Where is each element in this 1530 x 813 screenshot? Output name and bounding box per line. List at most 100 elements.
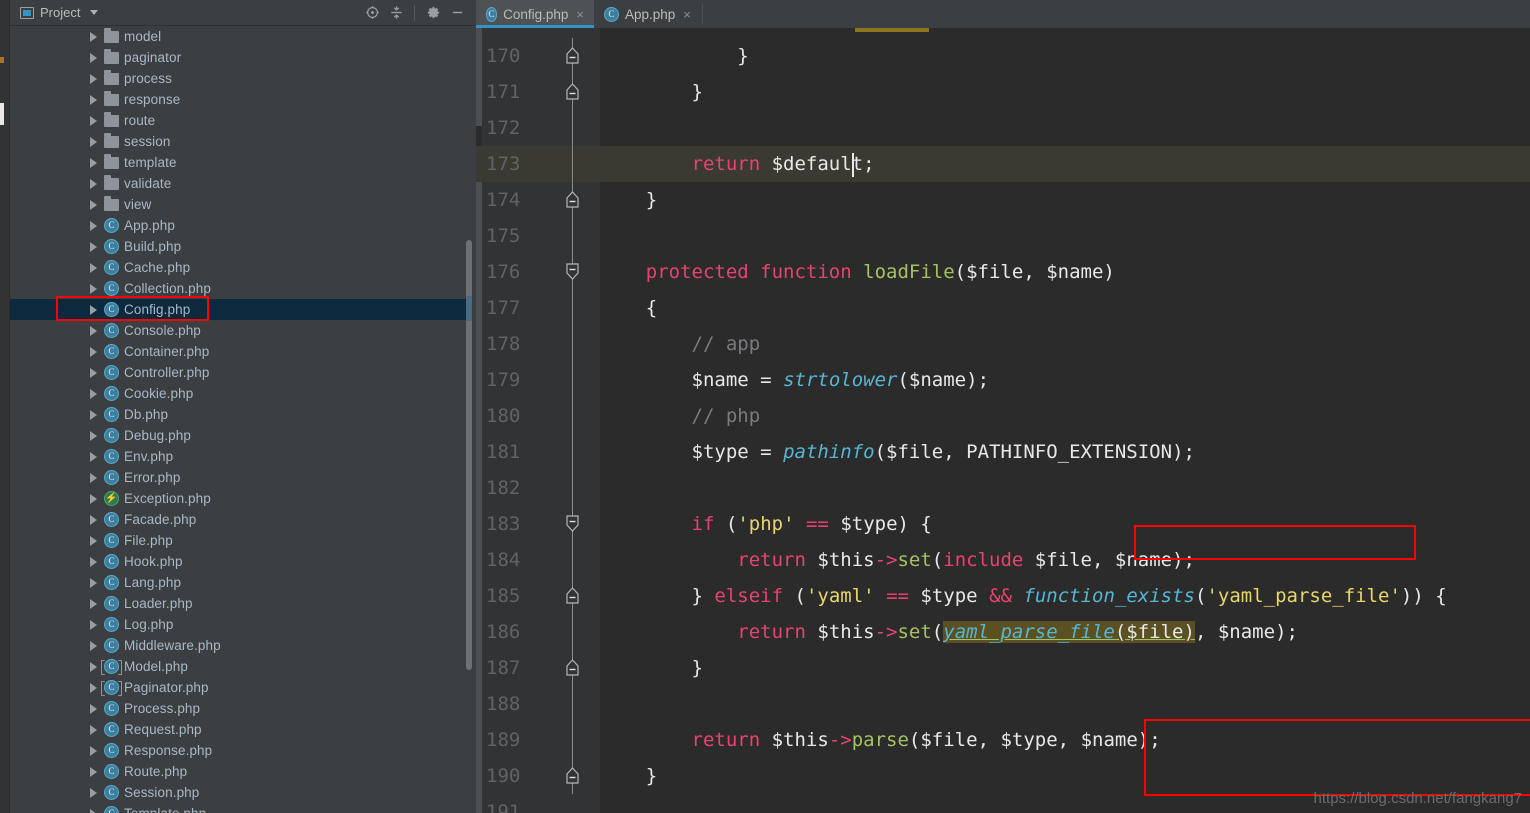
tree-item-response[interactable]: response	[10, 89, 470, 110]
tree-item-process-php[interactable]: C Process.php	[10, 698, 470, 719]
tree-item-facade-php[interactable]: C Facade.php	[10, 509, 470, 530]
expand-arrow-icon[interactable]	[90, 556, 97, 567]
code-line[interactable]: 188	[476, 686, 1530, 722]
tree-item-collection-php[interactable]: C Collection.php	[10, 278, 470, 299]
code-line[interactable]: 185 } elseif ('yaml' == $type && functio…	[476, 578, 1530, 614]
tree-item-session-php[interactable]: C Session.php	[10, 782, 470, 803]
code-line[interactable]: 187 }	[476, 650, 1530, 686]
tree-item-config-php[interactable]: C Config.php	[10, 299, 470, 320]
code-line[interactable]: 182	[476, 470, 1530, 506]
locate-icon[interactable]	[361, 2, 383, 24]
expand-arrow-icon[interactable]	[90, 514, 97, 525]
tree-item-request-php[interactable]: C Request.php	[10, 719, 470, 740]
tree-item-controller-php[interactable]: C Controller.php	[10, 362, 470, 383]
code-line[interactable]: 184 return $this->set(include $file, $na…	[476, 542, 1530, 578]
tree-item-validate[interactable]: validate	[10, 173, 470, 194]
expand-arrow-icon[interactable]	[90, 115, 97, 126]
tree-item-exception-php[interactable]: ⚡ Exception.php	[10, 488, 470, 509]
fold-start-icon[interactable]	[564, 515, 581, 532]
expand-arrow-icon[interactable]	[90, 451, 97, 462]
expand-arrow-icon[interactable]	[90, 199, 97, 210]
expand-arrow-icon[interactable]	[90, 535, 97, 546]
expand-arrow-icon[interactable]	[90, 52, 97, 63]
expand-arrow-icon[interactable]	[90, 640, 97, 651]
code-line[interactable]: 175	[476, 218, 1530, 254]
tree-item-response-php[interactable]: C Response.php	[10, 740, 470, 761]
code-line[interactable]: 178 // app	[476, 326, 1530, 362]
tree-item-container-php[interactable]: C Container.php	[10, 341, 470, 362]
tree-item-error-php[interactable]: C Error.php	[10, 467, 470, 488]
tab-app-php[interactable]: C App.php ×	[594, 0, 702, 28]
tab-config-php[interactable]: C Config.php ×	[476, 0, 594, 28]
tree-item-file-php[interactable]: C File.php	[10, 530, 470, 551]
code-line[interactable]: 189 return $this->parse($file, $type, $n…	[476, 722, 1530, 758]
expand-arrow-icon[interactable]	[90, 787, 97, 798]
tree-item-paginator[interactable]: paginator	[10, 47, 470, 68]
code-line[interactable]: 172	[476, 110, 1530, 146]
project-selector[interactable]: Project	[14, 5, 99, 20]
close-icon[interactable]: ×	[576, 7, 584, 22]
code-editor[interactable]: 170 } 171 } 172 173 return $default; 174 } 17…	[476, 28, 1530, 813]
tree-item-console-php[interactable]: C Console.php	[10, 320, 470, 341]
expand-arrow-icon[interactable]	[90, 157, 97, 168]
fold-end-icon[interactable]	[564, 47, 581, 64]
expand-arrow-icon[interactable]	[90, 325, 97, 336]
expand-arrow-icon[interactable]	[90, 598, 97, 609]
expand-arrow-icon[interactable]	[90, 304, 97, 315]
expand-arrow-icon[interactable]	[90, 745, 97, 756]
expand-arrow-icon[interactable]	[90, 682, 97, 693]
tree-item-route[interactable]: route	[10, 110, 470, 131]
tree-item-model-php[interactable]: C Model.php	[10, 656, 470, 677]
expand-arrow-icon[interactable]	[90, 493, 97, 504]
expand-arrow-icon[interactable]	[90, 73, 97, 84]
expand-arrow-icon[interactable]	[90, 283, 97, 294]
expand-arrow-icon[interactable]	[90, 220, 97, 231]
code-line[interactable]: 179 $name = strtolower($name);	[476, 362, 1530, 398]
expand-arrow-icon[interactable]	[90, 577, 97, 588]
fold-start-icon[interactable]	[564, 263, 581, 280]
tree-item-process[interactable]: process	[10, 68, 470, 89]
tree-item-middleware-php[interactable]: C Middleware.php	[10, 635, 470, 656]
minimize-icon[interactable]	[446, 2, 468, 24]
expand-arrow-icon[interactable]	[90, 94, 97, 105]
code-line[interactable]: 181 $type = pathinfo($file, PATHINFO_EXT…	[476, 434, 1530, 470]
tree-item-hook-php[interactable]: C Hook.php	[10, 551, 470, 572]
tree-item-cookie-php[interactable]: C Cookie.php	[10, 383, 470, 404]
code-line[interactable]: 171 }	[476, 74, 1530, 110]
fold-end-icon[interactable]	[564, 659, 581, 676]
fold-end-icon[interactable]	[564, 767, 581, 784]
chevron-down-icon[interactable]	[90, 10, 99, 15]
fold-end-icon[interactable]	[564, 587, 581, 604]
gear-icon[interactable]	[422, 2, 444, 24]
tree-item-lang-php[interactable]: C Lang.php	[10, 572, 470, 593]
tree-item-build-php[interactable]: C Build.php	[10, 236, 470, 257]
expand-arrow-icon[interactable]	[90, 367, 97, 378]
tree-item-log-php[interactable]: C Log.php	[10, 614, 470, 635]
tree-item-cache-php[interactable]: C Cache.php	[10, 257, 470, 278]
expand-arrow-icon[interactable]	[90, 388, 97, 399]
tree-item-paginator-php[interactable]: C Paginator.php	[10, 677, 470, 698]
expand-arrow-icon[interactable]	[90, 703, 97, 714]
expand-arrow-icon[interactable]	[90, 31, 97, 42]
tool-window-strip[interactable]	[0, 0, 10, 813]
code-line[interactable]: 180 // php	[476, 398, 1530, 434]
expand-arrow-icon[interactable]	[90, 241, 97, 252]
tree-item-env-php[interactable]: C Env.php	[10, 446, 470, 467]
fold-end-icon[interactable]	[564, 191, 581, 208]
expand-arrow-icon[interactable]	[90, 430, 97, 441]
code-line[interactable]: 176 protected function loadFile($file, $…	[476, 254, 1530, 290]
expand-arrow-icon[interactable]	[90, 409, 97, 420]
expand-arrow-icon[interactable]	[90, 724, 97, 735]
close-icon[interactable]: ×	[683, 7, 691, 22]
expand-arrow-icon[interactable]	[90, 262, 97, 273]
code-line[interactable]: 186 return $this->set(yaml_parse_file($f…	[476, 614, 1530, 650]
tree-item-loader-php[interactable]: C Loader.php	[10, 593, 470, 614]
expand-arrow-icon[interactable]	[90, 136, 97, 147]
tree-item-app-php[interactable]: C App.php	[10, 215, 470, 236]
expand-arrow-icon[interactable]	[90, 346, 97, 357]
tree-item-model[interactable]: model	[10, 26, 470, 47]
project-tree[interactable]: model paginator process response route sessio…	[10, 26, 470, 813]
tree-item-template-php[interactable]: C Template.php	[10, 803, 470, 813]
tree-item-session[interactable]: session	[10, 131, 470, 152]
expand-arrow-icon[interactable]	[90, 808, 97, 813]
